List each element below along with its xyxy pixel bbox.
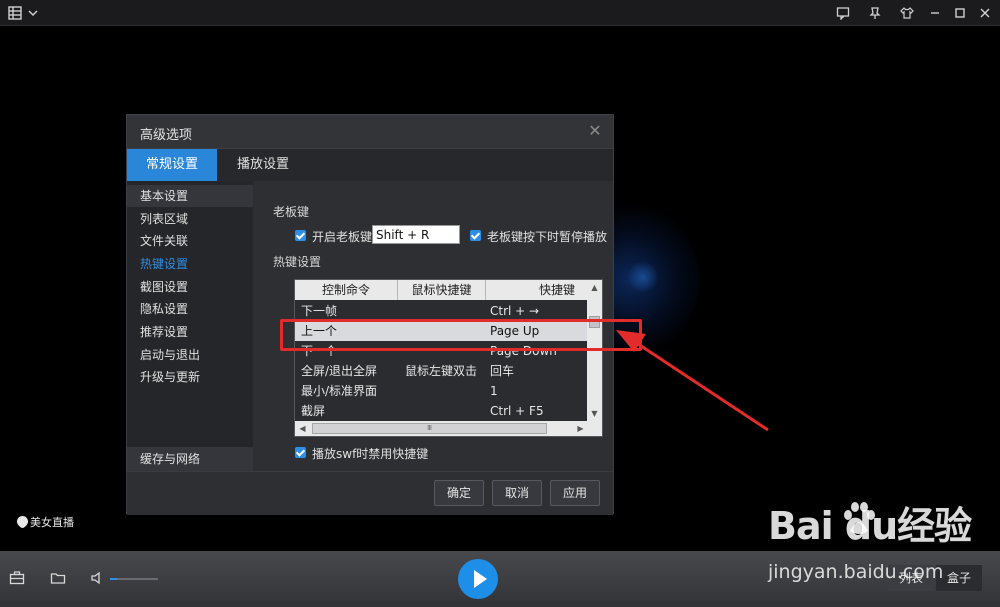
column-header-hotkey[interactable]: 快捷键 (486, 280, 588, 300)
row-command: 截屏 (301, 404, 326, 418)
volume-icon[interactable] (90, 570, 106, 586)
row-hotkey: 1 (490, 384, 498, 398)
enable-boss-key-label: 开启老板键 (312, 230, 373, 244)
play-button[interactable] (458, 559, 498, 599)
boss-key-input[interactable]: Shift + R (372, 225, 460, 244)
close-icon[interactable] (976, 4, 994, 22)
message-icon[interactable] (834, 4, 852, 22)
tab-general-settings[interactable]: 常规设置 (127, 149, 217, 181)
row-mouse: 鼠标左键双击 (405, 364, 478, 378)
sidebar-item-upgrade[interactable]: 升级与更新 (127, 366, 253, 388)
volume-slider[interactable] (110, 578, 158, 580)
sidebar-item-recommend[interactable]: 推荐设置 (127, 321, 253, 343)
annotation-arrow-icon (616, 330, 769, 432)
maximize-icon[interactable] (951, 4, 969, 22)
row-hotkey: 回车 (490, 364, 515, 378)
live-stream-tag[interactable]: 美女直播 (14, 513, 74, 530)
ok-button[interactable]: 确定 (434, 480, 484, 506)
horizontal-scroll-thumb[interactable]: Ⅲ (312, 423, 547, 434)
dialog-footer: 确定 取消 应用 (127, 471, 613, 515)
scroll-up-icon[interactable]: ▲ (587, 280, 602, 295)
boss-key-section-title: 老板键 (273, 205, 310, 219)
table-row[interactable]: 最小/标准界面 1 (295, 381, 588, 401)
minimize-icon[interactable] (926, 4, 944, 22)
disable-hotkeys-swf-checkbox[interactable] (295, 447, 306, 458)
hotkey-table-header: 控制命令 鼠标快捷键 快捷键 (295, 280, 588, 300)
pin-icon[interactable] (866, 4, 884, 22)
scroll-left-icon[interactable]: ◀ (295, 421, 310, 436)
disable-hotkeys-swf-label: 播放swf时禁用快捷键 (312, 447, 429, 461)
skin-icon[interactable] (898, 4, 916, 22)
scroll-down-icon[interactable]: ▼ (587, 406, 602, 421)
sidebar-item-cache-network[interactable]: 缓存与网络 (127, 447, 253, 471)
highlight-box (280, 319, 642, 351)
row-hotkey: Ctrl + F5 (490, 404, 544, 418)
hotkey-section-title: 热键设置 (273, 255, 322, 269)
table-row[interactable]: 截屏 Ctrl + F5 (295, 401, 588, 421)
tab-playback-settings[interactable]: 播放设置 (219, 149, 307, 181)
sidebar-item-basic[interactable]: 基本设置 (127, 185, 253, 207)
dialog-title: 高级选项 (140, 128, 193, 143)
row-command: 全屏/退出全屏 (301, 364, 378, 378)
pause-on-boss-key-label: 老板键按下时暂停播放 (487, 230, 608, 244)
toolbox-icon[interactable] (9, 570, 25, 586)
cancel-button[interactable]: 取消 (492, 480, 542, 506)
volume-level (110, 578, 118, 580)
column-header-mouse[interactable]: 鼠标快捷键 (398, 280, 486, 300)
paw-logo-icon (844, 502, 875, 534)
background-glow-spot (628, 262, 658, 292)
hotkey-table: 控制命令 鼠标快捷键 快捷键 下一帧 Ctrl + → 上一个 Page Up … (294, 279, 603, 437)
watermark-url: jingyan.baidu.com (768, 561, 944, 583)
title-bar (0, 0, 1000, 26)
settings-sidebar: 基本设置 列表区域 文件关联 热键设置 截图设置 隐私设置 推荐设置 启动与退出… (127, 181, 253, 471)
row-command: 下一帧 (301, 304, 338, 318)
dialog-tabs: 常规设置 播放设置 (127, 149, 613, 181)
row-command: 最小/标准界面 (301, 384, 378, 398)
grid-menu-icon[interactable] (6, 4, 24, 22)
scrollbar-corner (587, 421, 602, 436)
sidebar-item-list-area[interactable]: 列表区域 (127, 208, 253, 230)
sidebar-item-screenshot[interactable]: 截图设置 (127, 276, 253, 298)
table-row[interactable]: 全屏/退出全屏 鼠标左键双击 回车 (295, 361, 588, 381)
enable-boss-key-checkbox[interactable] (295, 230, 306, 241)
sidebar-item-file-association[interactable]: 文件关联 (127, 230, 253, 252)
sidebar-item-hotkeys[interactable]: 热键设置 (127, 253, 253, 275)
sidebar-item-privacy[interactable]: 隐私设置 (127, 298, 253, 320)
chevron-down-icon[interactable] (24, 4, 42, 22)
heart-icon (14, 513, 31, 530)
table-row[interactable]: 下一帧 Ctrl + → (295, 301, 588, 321)
horizontal-scrollbar[interactable]: ◀ Ⅲ ▶ (295, 421, 588, 436)
baidu-jingyan-watermark: Bai du经验 jingyan.baidu.com (768, 495, 1000, 590)
live-stream-label: 美女直播 (30, 516, 74, 529)
pause-on-boss-key-checkbox[interactable] (470, 230, 481, 241)
column-header-command[interactable]: 控制命令 (295, 280, 398, 300)
apply-button[interactable]: 应用 (550, 480, 600, 506)
row-hotkey: Ctrl + → (490, 304, 540, 318)
scroll-right-icon[interactable]: ▶ (573, 421, 588, 436)
sidebar-item-startup-exit[interactable]: 启动与退出 (127, 344, 253, 366)
advanced-options-dialog: 高级选项 ✕ 常规设置 播放设置 基本设置 列表区域 文件关联 热键设置 截图设… (126, 114, 614, 515)
dialog-close-icon[interactable]: ✕ (587, 123, 603, 139)
dialog-title-bar: 高级选项 ✕ (127, 115, 613, 149)
open-folder-icon[interactable] (50, 570, 66, 586)
